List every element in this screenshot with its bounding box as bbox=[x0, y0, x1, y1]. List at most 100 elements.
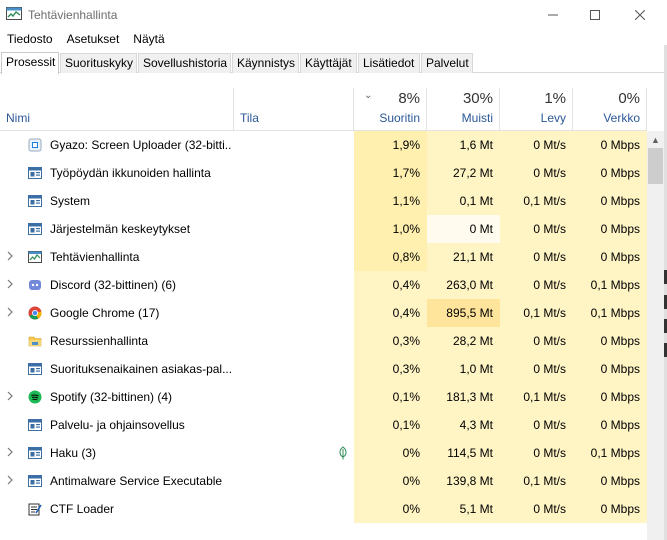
process-name: System bbox=[50, 194, 91, 208]
memory-cell: 0 Mt bbox=[427, 215, 500, 243]
column-header-disk[interactable]: 1% Levy bbox=[500, 88, 573, 130]
cpu-total-percent: 8% bbox=[398, 90, 420, 107]
minimize-icon bbox=[548, 14, 558, 16]
ctf-icon bbox=[28, 502, 42, 516]
minimize-button[interactable] bbox=[530, 0, 576, 30]
tab-startup[interactable]: Käynnistys bbox=[232, 53, 299, 73]
tab-services[interactable]: Palvelut bbox=[421, 53, 473, 73]
process-row[interactable]: Antimalware Service Executable 0% 139,8 Mt… bbox=[0, 467, 647, 495]
process-row[interactable]: Google Chrome (17) 0,4% 895,5 Mt 0,1 Mt/s 0,… bbox=[0, 299, 647, 327]
cpu-cell: 0,1% bbox=[354, 383, 427, 411]
expand-chevron-icon[interactable] bbox=[6, 243, 18, 271]
expand-chevron-icon[interactable] bbox=[6, 383, 18, 411]
window-app-icon bbox=[28, 222, 42, 236]
cpu-cell: 0% bbox=[354, 467, 427, 495]
process-row[interactable]: Resurssienhallinta 0,3% 28,2 Mt 0 Mt/s 0 Mbp… bbox=[0, 327, 647, 355]
process-row[interactable]: System 1,1% 0,1 Mt 0,1 Mt/s 0 Mbps bbox=[0, 187, 647, 215]
disk-cell: 0 Mt/s bbox=[500, 159, 573, 187]
close-icon bbox=[635, 10, 645, 20]
chrome-icon bbox=[28, 306, 42, 320]
cpu-cell: 0% bbox=[354, 439, 427, 467]
gyazo-icon bbox=[28, 138, 42, 152]
title-bar: Tehtävienhallinta bbox=[0, 0, 667, 30]
memory-cell: 27,2 Mt bbox=[427, 159, 500, 187]
process-row[interactable]: Työpöydän ikkunoiden hallinta 1,7% 27,2 Mt… bbox=[0, 159, 647, 187]
tab-performance[interactable]: Suorituskyky bbox=[60, 53, 137, 73]
process-row[interactable]: Gyazo: Screen Uploader (32-bitti... 1,9% 1… bbox=[0, 131, 647, 159]
menu-file[interactable]: Tiedosto bbox=[7, 30, 53, 50]
expand-chevron-icon[interactable] bbox=[6, 439, 18, 467]
process-row[interactable]: Järjestelmän keskeytykset 1,0% 0 Mt 0 Mt/s 0… bbox=[0, 215, 647, 243]
process-row[interactable]: Tehtävienhallinta 0,8% 21,1 Mt 0 Mt/s 0 Mbps bbox=[0, 243, 647, 271]
process-name: Gyazo: Screen Uploader (32-bitti... bbox=[50, 138, 232, 152]
tab-app-history[interactable]: Sovellushistoria bbox=[138, 53, 231, 73]
menu-view[interactable]: Näytä bbox=[133, 30, 164, 50]
expand-chevron-icon[interactable] bbox=[6, 271, 18, 299]
network-cell: 0 Mbps bbox=[573, 383, 647, 411]
scroll-up-arrow-icon[interactable]: ▲ bbox=[647, 131, 664, 148]
network-cell: 0 Mbps bbox=[573, 243, 647, 271]
column-header-status-label: Tila bbox=[240, 111, 259, 125]
cpu-cell: 0% bbox=[354, 495, 427, 523]
expand-chevron-icon[interactable] bbox=[6, 467, 18, 495]
network-cell: 0 Mbps bbox=[573, 327, 647, 355]
disk-total-percent: 1% bbox=[544, 90, 566, 107]
network-cell: 0,1 Mbps bbox=[573, 299, 647, 327]
cpu-cell: 0,1% bbox=[354, 411, 427, 439]
memory-cell: 895,5 Mt bbox=[427, 299, 500, 327]
memory-cell: 4,3 Mt bbox=[427, 411, 500, 439]
disk-cell: 0 Mt/s bbox=[500, 327, 573, 355]
folder-icon bbox=[28, 334, 42, 348]
memory-cell: 28,2 Mt bbox=[427, 327, 500, 355]
memory-cell: 5,1 Mt bbox=[427, 495, 500, 523]
task-manager-icon bbox=[28, 250, 42, 264]
disk-cell: 0 Mt/s bbox=[500, 495, 573, 523]
vertical-scrollbar[interactable]: ▲ bbox=[647, 131, 664, 540]
discord-icon bbox=[28, 278, 42, 292]
process-row[interactable]: Palvelu- ja ohjainsovellus 0,1% 4,3 Mt 0 Mt… bbox=[0, 411, 647, 439]
maximize-button[interactable] bbox=[572, 0, 618, 30]
window-app-icon bbox=[28, 362, 42, 376]
window-app-icon bbox=[28, 166, 42, 180]
network-cell: 0 Mbps bbox=[573, 355, 647, 383]
process-row[interactable]: Suorituksenaikainen asiakas-pal... 0,3% 1,… bbox=[0, 355, 647, 383]
column-header-cpu[interactable]: ⌄ 8% Suoritin bbox=[354, 88, 427, 130]
memory-cell: 181,3 Mt bbox=[427, 383, 500, 411]
process-name: Järjestelmän keskeytykset bbox=[50, 222, 191, 236]
process-row[interactable]: CTF Loader 0% 5,1 Mt 0 Mt/s 0 Mbps bbox=[0, 495, 647, 523]
memory-cell: 139,8 Mt bbox=[427, 467, 500, 495]
network-total-percent: 0% bbox=[618, 90, 640, 107]
process-name: Google Chrome (17) bbox=[50, 306, 160, 320]
tab-processes[interactable]: Prosessit bbox=[1, 52, 59, 74]
column-header-memory[interactable]: 30% Muisti bbox=[427, 88, 500, 130]
process-name: Haku (3) bbox=[50, 446, 97, 460]
cpu-cell: 0,4% bbox=[354, 271, 427, 299]
column-header-status[interactable]: Tila bbox=[234, 88, 354, 130]
window-app-icon bbox=[28, 418, 42, 432]
process-list: Gyazo: Screen Uploader (32-bitti... 1,9% 1… bbox=[0, 131, 647, 540]
cpu-cell: 1,0% bbox=[354, 215, 427, 243]
process-row[interactable]: Discord (32-bittinen) (6) 0,4% 263,0 Mt 0 M… bbox=[0, 271, 647, 299]
cpu-cell: 1,7% bbox=[354, 159, 427, 187]
leaf-icon bbox=[338, 446, 348, 460]
network-cell: 0 Mbps bbox=[573, 159, 647, 187]
process-row[interactable]: Spotify (32-bittinen) (4) 0,1% 181,3 Mt 0,1… bbox=[0, 383, 647, 411]
cpu-cell: 0,3% bbox=[354, 355, 427, 383]
disk-cell: 0 Mt/s bbox=[500, 271, 573, 299]
disk-cell: 0 Mt/s bbox=[500, 355, 573, 383]
menu-options[interactable]: Asetukset bbox=[67, 30, 120, 50]
network-cell: 0 Mbps bbox=[573, 495, 647, 523]
menu-bar: Tiedosto Asetukset Näytä bbox=[0, 30, 667, 50]
tab-details[interactable]: Lisätiedot bbox=[358, 53, 420, 73]
close-button[interactable] bbox=[617, 0, 663, 30]
window-title: Tehtävienhallinta bbox=[28, 8, 118, 22]
column-header-name-label: Nimi bbox=[6, 111, 30, 125]
window-app-icon bbox=[28, 446, 42, 460]
column-header-network[interactable]: 0% Verkko bbox=[573, 88, 647, 130]
process-row[interactable]: Haku (3) 0% 114,5 Mt 0 Mt/s 0,1 Mbps bbox=[0, 439, 647, 467]
scrollbar-thumb[interactable] bbox=[648, 148, 663, 184]
tab-users[interactable]: Käyttäjät bbox=[300, 53, 357, 73]
column-header-name[interactable]: Nimi bbox=[0, 88, 234, 130]
memory-cell: 1,0 Mt bbox=[427, 355, 500, 383]
expand-chevron-icon[interactable] bbox=[6, 299, 18, 327]
